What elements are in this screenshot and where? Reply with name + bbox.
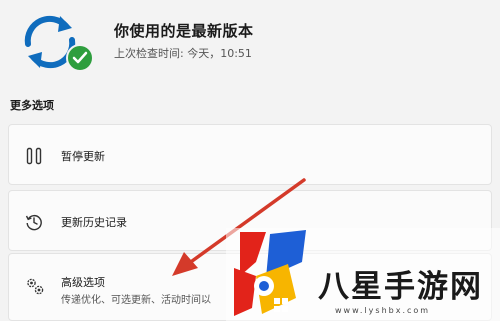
update-history-label: 更新历史记录 <box>61 216 127 229</box>
watermark-url: www.lyshbx.com <box>335 306 431 315</box>
pause-updates-option[interactable]: 暂停更新 <box>8 124 492 185</box>
watermark-text: 八星手游网 <box>318 269 483 305</box>
pause-icon <box>26 147 42 165</box>
advanced-options-description: 传递优化、可选更新、活动时间以 <box>61 295 211 306</box>
section-heading: 更多选项 <box>10 99 54 112</box>
status-title: 你使用的是最新版本 <box>114 22 254 40</box>
last-checked-text: 上次检查时间: 今天，10:51 <box>114 47 252 60</box>
pause-updates-label: 暂停更新 <box>61 150 105 163</box>
gears-icon <box>27 278 44 295</box>
sync-check-icon <box>24 15 94 72</box>
advanced-options-label: 高级选项 <box>61 276 105 289</box>
history-icon <box>25 214 42 231</box>
